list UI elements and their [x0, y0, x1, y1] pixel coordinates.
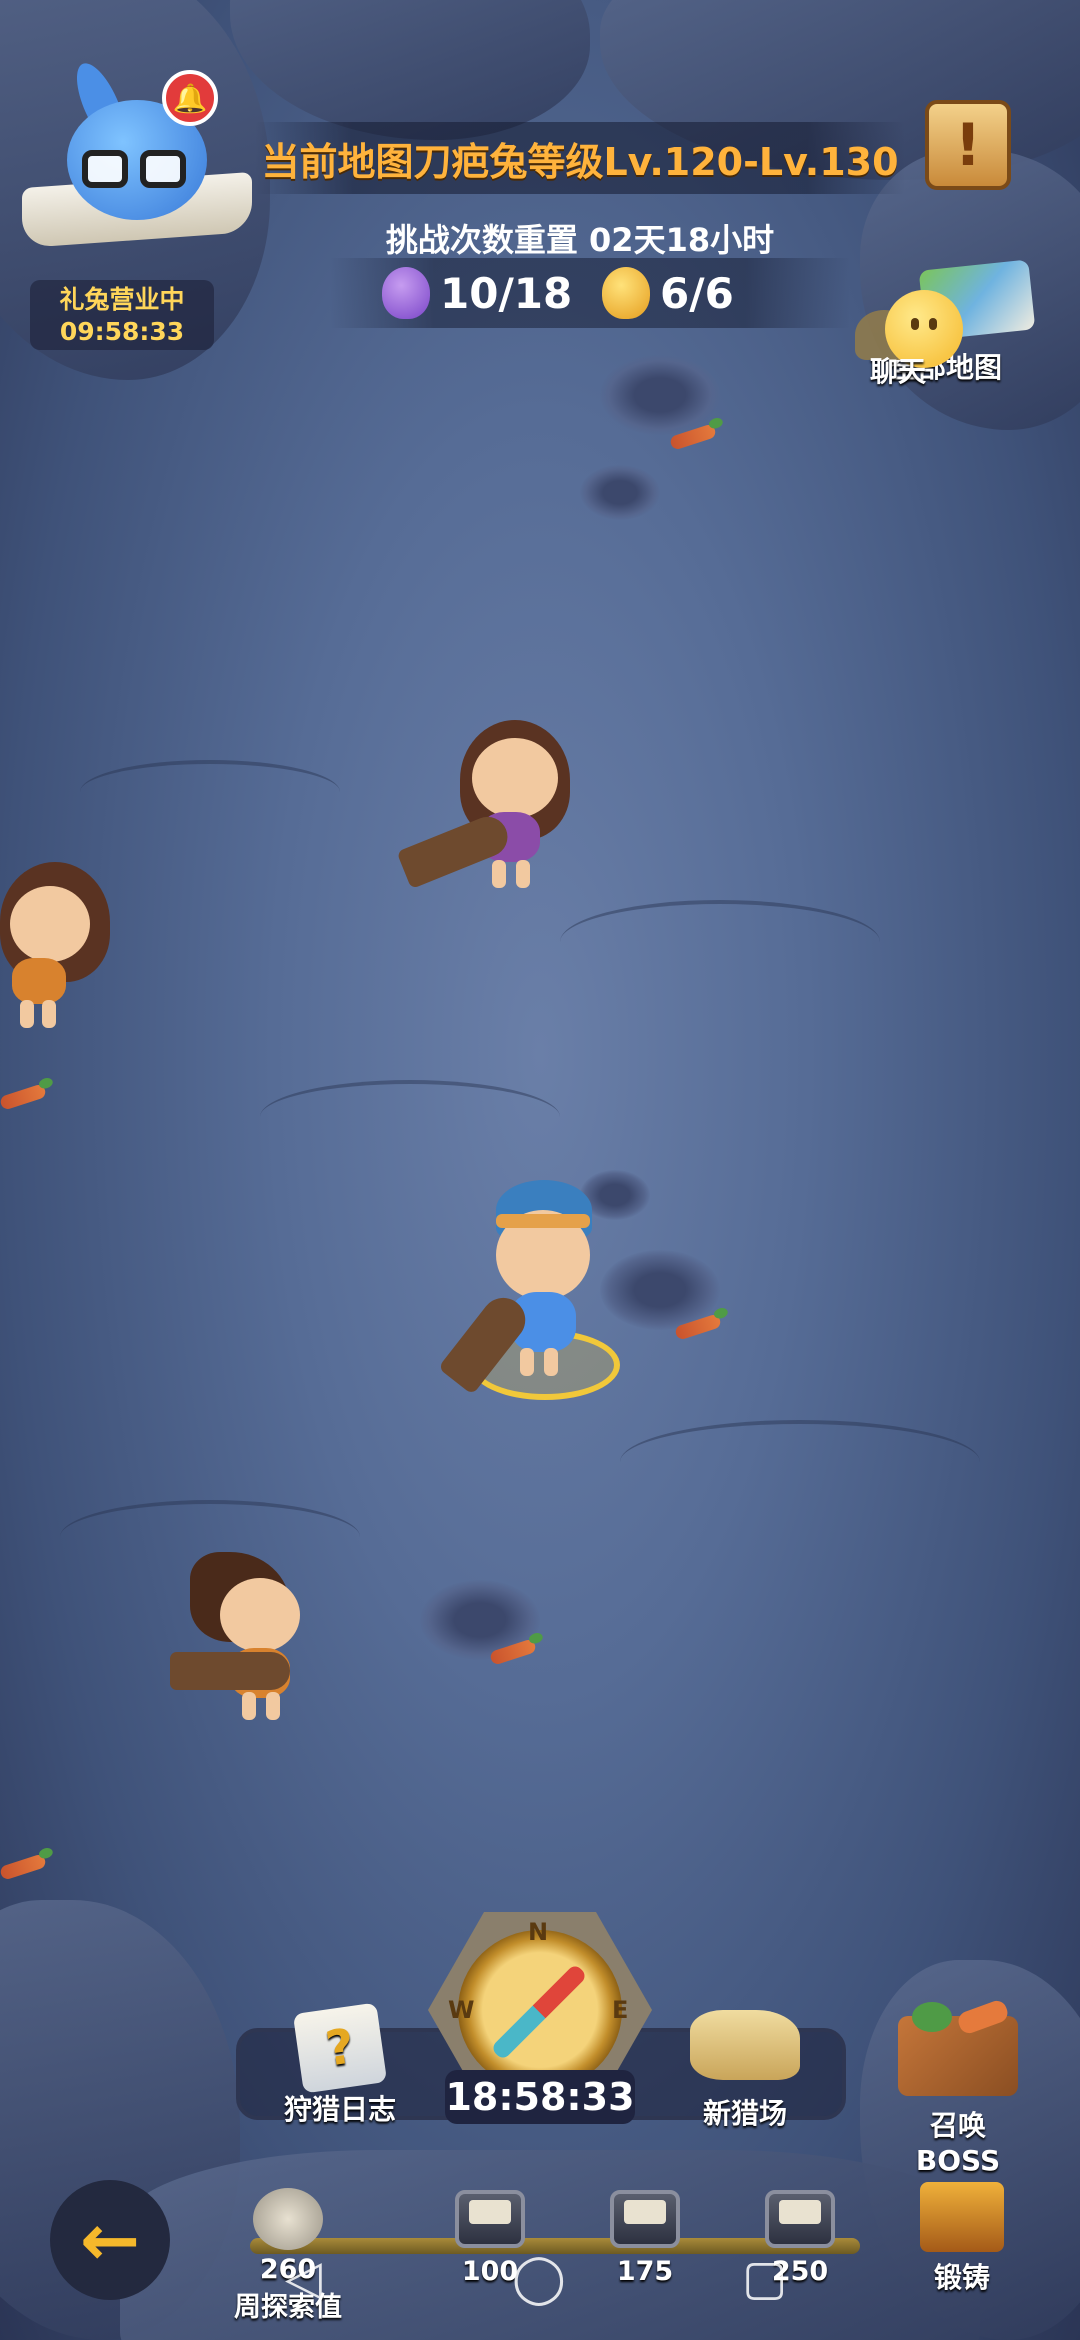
caveman-enemy[interactable] — [170, 1552, 350, 1742]
back-arrow-icon: ← — [79, 2198, 141, 2282]
chat-label[interactable]: 聊天 — [870, 350, 926, 390]
carrot — [0, 1853, 48, 1881]
purple-rabbit-icon — [382, 267, 430, 319]
compass-n: N — [528, 1918, 549, 1946]
hunt-log-label: 狩猎日志 — [283, 2093, 396, 2126]
nav-recent-icon[interactable]: ▢ — [742, 2250, 787, 2306]
exclamation-icon: ! — [954, 111, 982, 179]
ground-crack — [560, 900, 880, 984]
quest-scroll-button[interactable]: ! — [925, 100, 1011, 190]
chest-milestone[interactable]: 175 — [605, 2190, 685, 2287]
forge-label: 锻铸 — [933, 2261, 990, 2294]
ground-crack — [260, 1080, 560, 1154]
gold-count-value: 6/6 — [660, 268, 734, 318]
carrot — [0, 1083, 48, 1111]
hunt-log-icon: ? — [292, 2002, 388, 2094]
back-button[interactable]: ← — [50, 2180, 170, 2300]
challenge-reset-text: 挑战次数重置 02天18小时 — [385, 221, 775, 259]
rabbit-hole — [600, 355, 720, 435]
chest-icon — [455, 2190, 525, 2248]
map-level-banner: 当前地图刀疤兔等级Lv.120-Lv.130 — [255, 122, 905, 194]
glasses-icon — [82, 150, 192, 190]
summon-boss-button[interactable]: 召唤BOSS — [888, 2002, 1028, 2177]
chest-icon — [765, 2190, 835, 2248]
bell-notification-icon[interactable]: 🔔 — [162, 70, 218, 126]
hunt-timer: 18:58:33 — [445, 2070, 635, 2124]
new-hunting-field-button[interactable]: 新猎场 — [680, 2010, 810, 2132]
shop-timer: 09:58:33 — [59, 317, 185, 346]
purple-count-value: 10/18 — [440, 268, 573, 318]
forge-anvil-icon — [920, 2182, 1004, 2252]
purple-rabbit-count: 10/18 — [382, 258, 572, 328]
player-caveman[interactable] — [437, 1180, 620, 1410]
rabbit-hole — [580, 465, 660, 520]
new-field-map-icon — [690, 2010, 800, 2080]
nav-home-icon[interactable]: ◯ — [512, 2250, 566, 2306]
new-field-label: 新猎场 — [702, 2097, 787, 2130]
skull-reward-icon — [253, 2188, 323, 2250]
milestone-value: 175 — [616, 2256, 674, 2287]
summon-boss-label: 召唤BOSS — [915, 2109, 1001, 2177]
gold-rabbit-icon — [602, 267, 650, 319]
cave-rock — [230, 0, 590, 140]
ground-crack — [620, 1420, 980, 1504]
cavewoman-enemy[interactable] — [396, 720, 600, 910]
shop-status-text: 礼兔营业中 — [59, 285, 185, 314]
challenge-counts: 10/18 6/6 — [330, 258, 850, 328]
compass-w: W — [448, 1996, 475, 2024]
summon-boss-icon — [898, 2002, 1018, 2096]
forge-button[interactable]: 锻铸 — [920, 2182, 1004, 2296]
map-level-text: 当前地图刀疤兔等级Lv.120-Lv.130 — [261, 139, 899, 184]
compass-e: E — [612, 1996, 629, 2024]
nav-back-icon[interactable]: ◁ — [285, 2250, 322, 2306]
hunt-log-button[interactable]: ? 狩猎日志 — [280, 2002, 400, 2128]
cavewoman-enemy[interactable] — [0, 862, 130, 1042]
chest-icon — [610, 2190, 680, 2248]
ground-crack — [80, 760, 340, 824]
shop-status-label[interactable]: 礼兔营业中 09:58:33 — [30, 280, 214, 350]
gold-rabbit-count: 6/6 — [602, 258, 734, 328]
